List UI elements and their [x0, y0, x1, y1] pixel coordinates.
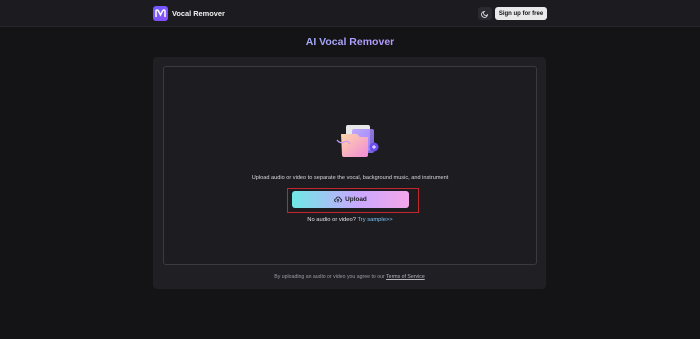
no-audio-text: No audio or video? — [307, 217, 356, 223]
terms-note: By uploading an audio or video you agree… — [153, 274, 546, 280]
m-logo-icon — [153, 6, 168, 21]
page-title: AI Vocal Remover — [0, 36, 700, 48]
upload-dropzone[interactable]: Upload audio or video to separate the vo… — [163, 66, 537, 265]
upload-description: Upload audio or video to separate the vo… — [251, 175, 449, 181]
upload-card: Upload audio or video to separate the vo… — [153, 57, 546, 289]
theme-toggle-icon — [481, 5, 489, 23]
signup-button[interactable]: Sign up for free — [495, 7, 547, 20]
brand[interactable]: Vocal Remover — [153, 6, 225, 21]
terms-prefix: By uploading an audio or video you agree… — [274, 274, 385, 280]
upload-button[interactable]: Upload — [292, 191, 409, 208]
cloud-upload-icon — [334, 196, 343, 203]
try-sample-link[interactable]: Try sample>> — [357, 217, 392, 223]
upload-label: Upload — [345, 196, 367, 203]
terms-of-service-link[interactable]: Terms of Service — [386, 274, 425, 280]
app-name: Vocal Remover — [172, 9, 225, 18]
sample-prompt: No audio or video? Try sample>> — [164, 217, 536, 223]
top-navigation-bar: Vocal Remover Sign up for free — [0, 0, 700, 27]
theme-toggle-button[interactable] — [478, 7, 492, 20]
folder-with-audio-illustration — [336, 125, 379, 157]
